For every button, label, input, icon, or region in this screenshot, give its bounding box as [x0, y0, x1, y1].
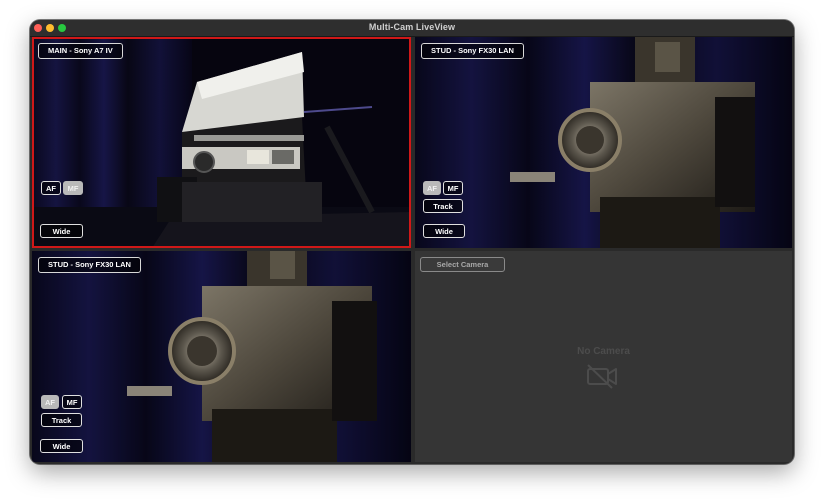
select-camera-button[interactable]: Select Camera	[420, 257, 505, 272]
zoom-wide-button-main[interactable]: Wide	[40, 224, 83, 238]
af-button-main[interactable]: AF	[41, 181, 61, 195]
af-button-stud-2[interactable]: AF	[41, 395, 59, 409]
af-button-stud-1[interactable]: AF	[423, 181, 441, 195]
zoom-wide-button-stud-1[interactable]: Wide	[423, 224, 465, 238]
camera-label-stud-2[interactable]: STUD - Sony FX30 LAN	[38, 257, 141, 273]
camera-label-stud-1[interactable]: STUD - Sony FX30 LAN	[421, 43, 524, 59]
live-feed-main	[32, 37, 411, 248]
live-feed-stud-1	[415, 37, 792, 248]
track-button-stud-1[interactable]: Track	[423, 199, 463, 213]
video-slash-icon	[587, 364, 617, 389]
camera-pane-main[interactable]: MAIN - Sony A7 IV AF MF Wide	[32, 37, 411, 248]
title-bar[interactable]: Multi-Cam LiveView	[30, 20, 794, 37]
mf-button-stud-2[interactable]: MF	[62, 395, 82, 409]
camera-pane-empty[interactable]: Select Camera No Camera	[415, 251, 792, 462]
camera-grid: MAIN - Sony A7 IV AF MF Wide STUD - Sony…	[32, 37, 792, 462]
track-button-stud-2[interactable]: Track	[41, 413, 82, 427]
camera-pane-stud-2[interactable]: STUD - Sony FX30 LAN AF MF Track Wide	[32, 251, 411, 462]
live-feed-stud-2	[32, 251, 411, 462]
camera-pane-stud-1[interactable]: STUD - Sony FX30 LAN AF MF Track Wide	[415, 37, 792, 248]
mf-button-stud-1[interactable]: MF	[443, 181, 463, 195]
no-camera-text: No Camera	[577, 346, 630, 357]
mf-button-main[interactable]: MF	[63, 181, 83, 195]
window-title: Multi-Cam LiveView	[368, 22, 456, 32]
camera-label-main[interactable]: MAIN - Sony A7 IV	[38, 43, 123, 59]
zoom-wide-button-stud-2[interactable]: Wide	[40, 439, 83, 453]
app-window: Multi-Cam LiveView MAIN - Sony A7 IV AF …	[30, 20, 794, 464]
